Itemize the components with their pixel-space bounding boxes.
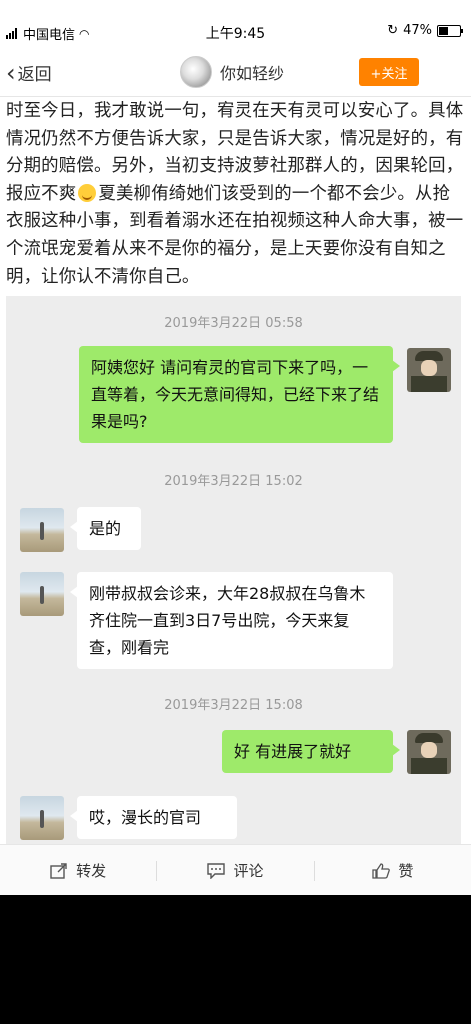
weibo-post-screen: 中国电信 ◠ 上午9:45 ↻ 47% ‹ 返回 你如轻纱 +关注 时至今日，我… [0, 0, 471, 895]
chat-message-them: 哎，漫长的官司 [70, 796, 237, 839]
comment-icon [207, 862, 226, 879]
back-label: 返回 [17, 65, 52, 85]
post-author[interactable]: 你如轻纱 [180, 56, 284, 88]
comment-label: 评论 [233, 862, 264, 880]
like-label: 赞 [398, 862, 414, 880]
back-button[interactable]: ‹ 返回 [6, 58, 52, 87]
like-button[interactable]: 赞 [315, 845, 471, 895]
repost-label: 转发 [76, 862, 107, 880]
contact-avatar [20, 572, 64, 616]
chat-timestamp: 2019年3月22日 05:58 [164, 316, 303, 331]
my-avatar [407, 348, 451, 392]
rotation-lock-icon: ↻ [387, 23, 399, 38]
chat-timestamp: 2019年3月22日 15:02 [164, 474, 303, 489]
chat-message-them: 刚带叔叔会诊来，大年28叔叔在乌鲁木齐住院一直到3日7号出院，今天来复查，刚看完 [70, 572, 393, 669]
chat-message-me: 阿姨您好 请问宥灵的官司下来了吗，一直等着，今天无意间得知，已经下来了结果是吗? [79, 346, 400, 443]
my-avatar [407, 730, 451, 774]
chat-timestamp: 2019年3月22日 15:08 [164, 698, 303, 713]
chat-message-me: 好 有进展了就好 [222, 730, 400, 773]
repost-button[interactable]: 转发 [0, 845, 156, 895]
status-bar: 中国电信 ◠ 上午9:45 ↻ 47% [0, 18, 471, 46]
battery-icon [437, 24, 463, 37]
smile-emoji-icon [78, 183, 97, 202]
follow-button[interactable]: +关注 [359, 58, 419, 86]
username[interactable]: 你如轻纱 [220, 60, 284, 84]
contact-avatar [20, 508, 64, 552]
battery-level [439, 26, 449, 35]
battery-percent: 47% [403, 23, 432, 38]
chevron-left-icon: ‹ [6, 58, 16, 87]
status-right: ↻ 47% [387, 23, 463, 38]
avatar[interactable] [180, 56, 212, 88]
chat-message-them: 是的 [70, 507, 141, 550]
contact-avatar [20, 796, 64, 840]
action-toolbar: 转发 评论 赞 [0, 844, 471, 895]
nav-bar: ‹ 返回 你如轻纱 +关注 [0, 48, 471, 97]
thumbs-up-icon [372, 862, 391, 879]
comment-button[interactable]: 评论 [157, 845, 313, 895]
chat-screenshot-image[interactable]: 2019年3月22日 05:58 阿姨您好 请问宥灵的官司下来了吗，一直等着，今… [6, 296, 461, 844]
repost-icon [50, 862, 67, 879]
post-body: 时至今日，我才敢说一句，宥灵在天有灵可以安心了。具体情况仍然不方便告诉大家，只是… [6, 98, 466, 291]
